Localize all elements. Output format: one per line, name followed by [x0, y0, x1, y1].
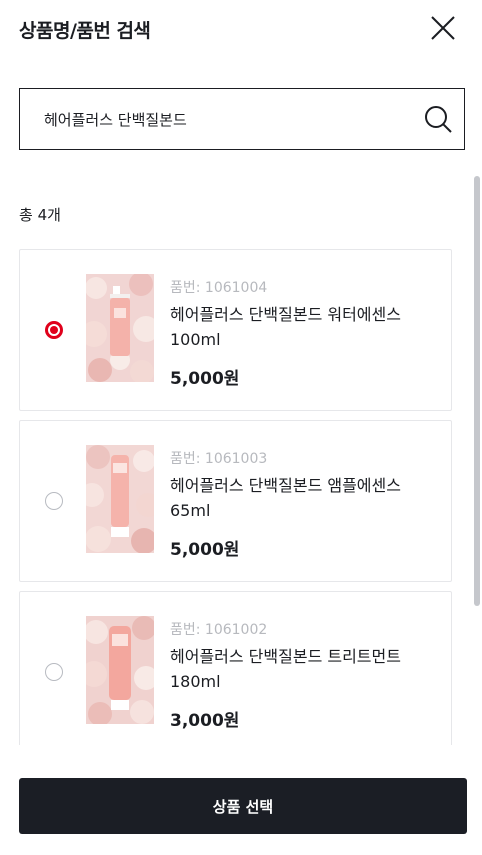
product-name: 헤어플러스 단백질본드 앰플에센스 65ml — [170, 476, 401, 520]
result-count: 총 4개 — [19, 206, 61, 224]
product-code: 품번: 1061004 — [170, 280, 268, 296]
product-image — [86, 445, 154, 553]
product-code: 품번: 1061003 — [170, 451, 268, 467]
product-list: 품번: 1061004 헤어플러스 단백질본드 워터에센스 100ml 5,00… — [19, 249, 453, 745]
product-code: 품번: 1061002 — [170, 622, 268, 638]
radio-unselected[interactable] — [45, 663, 63, 681]
radio-selected[interactable] — [45, 321, 63, 339]
page-title: 상품명/품번 검색 — [19, 20, 151, 42]
product-name: 헤어플러스 단백질본드 트리트먼트 180ml — [170, 647, 401, 691]
product-card[interactable]: 품번: 1061002 헤어플러스 단백질본드 트리트먼트 180ml 3,00… — [19, 591, 452, 745]
search-icon — [425, 106, 452, 133]
scrollbar[interactable] — [474, 176, 480, 606]
product-image — [86, 274, 154, 382]
product-image — [86, 616, 154, 724]
search-box — [19, 88, 465, 150]
product-price: 5,000원 — [170, 540, 240, 560]
select-product-button[interactable]: 상품 선택 — [19, 778, 467, 834]
modal-header: 상품명/품번 검색 — [0, 0, 482, 60]
search-button[interactable] — [422, 103, 454, 135]
product-card[interactable]: 품번: 1061003 헤어플러스 단백질본드 앰플에센스 65ml 5,000… — [19, 420, 452, 582]
product-card[interactable]: 품번: 1061004 헤어플러스 단백질본드 워터에센스 100ml 5,00… — [19, 249, 452, 411]
product-price: 5,000원 — [170, 369, 240, 389]
close-button[interactable] — [427, 12, 459, 44]
radio-unselected[interactable] — [45, 492, 63, 510]
close-icon — [431, 16, 455, 40]
product-name: 헤어플러스 단백질본드 워터에센스 100ml — [170, 305, 401, 349]
product-price: 3,000원 — [170, 711, 240, 731]
search-input[interactable] — [44, 89, 414, 149]
